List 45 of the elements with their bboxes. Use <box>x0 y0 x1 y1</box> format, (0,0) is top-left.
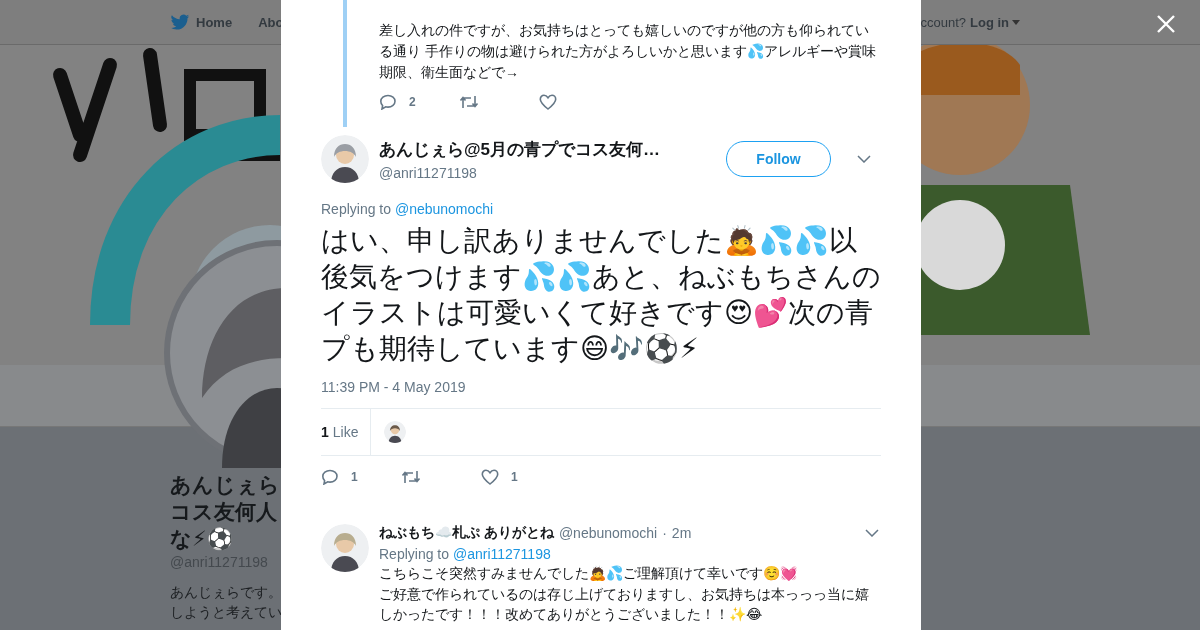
avatar <box>321 135 369 183</box>
author-name: あんじぇら@5月の青プでコス友何… <box>379 138 662 161</box>
author-name: ねぶもち☁札ぷ ありがとね <box>379 524 554 542</box>
like-button[interactable]: 1 <box>481 469 561 485</box>
chevron-icon[interactable] <box>857 155 871 163</box>
follow-button[interactable]: Follow <box>726 141 831 177</box>
avatar <box>384 421 407 443</box>
tweet-timestamp: 11:39 PM - 4 May 2019 <box>321 379 467 395</box>
mention-link[interactable]: @nebunomochi <box>394 201 494 217</box>
close-icon[interactable] <box>1156 14 1176 34</box>
profile-name: あんじぇら <box>170 472 280 498</box>
tweet-text: ご好意で作られているのは存じ上げておりますし、お気持ちは本っっっ当に嬉しかったです！！！改めてありがとうございました！！✨😂 <box>379 585 870 624</box>
reply-button[interactable]: 2 <box>379 94 459 110</box>
replying-label: Replying to <box>321 201 392 217</box>
action-count: 2 <box>409 95 416 109</box>
mention-link[interactable]: @anri11271198 <box>452 546 551 562</box>
reply-button[interactable]: 1 <box>321 469 401 485</box>
likes-count[interactable]: 1 Like <box>321 409 372 455</box>
tweet-time: 2m <box>671 525 692 541</box>
author-handle: @anri11271198 <box>379 164 478 181</box>
retweet-icon <box>459 94 479 110</box>
action-count: 1 <box>511 470 518 484</box>
reply-icon <box>379 94 397 110</box>
action-count: 1 <box>351 470 358 484</box>
heart-icon <box>539 94 557 110</box>
avatar <box>321 524 369 572</box>
reply-icon <box>321 469 339 485</box>
retweet-icon <box>401 469 421 485</box>
profile-bio: あんじぇらです。 <box>170 583 282 602</box>
login-prompt: ccount? <box>920 14 966 30</box>
nav-link[interactable]: Home <box>170 13 233 31</box>
author-handle: @nebunomochi <box>558 525 658 541</box>
heart-icon <box>481 469 499 485</box>
replying-label: Replying to <box>379 546 450 562</box>
chevron-icon[interactable] <box>865 529 879 537</box>
profile-bio: しようと考えてい <box>170 603 282 622</box>
profile-name: な⚡⚽ <box>170 526 233 552</box>
separator-dot: · <box>662 525 667 541</box>
tweet-text: はい、申し訳ありませんでした🙇💦💦以後気をつけます💦💦あと、ねぶもちさんのイラストは可愛いくて好きです😍💕次の青プも期待しています😄🎶⚽⚡ <box>321 224 881 366</box>
tweet-text: 差し入れの件ですが、お気持ちはとっても嬉しいのですが他の方も仰られている通り 手作りの物は避けられた方がよろしいかと思います💦アレルギーや賞味期限、衛生面などで→ <box>379 21 877 82</box>
profile-name: コス友何人 <box>170 499 277 525</box>
bird-icon <box>170 13 190 31</box>
tweet-text: こちらこそ突然すみませんでした🙇💦ご理解頂けて幸いです☺💓 <box>379 564 798 583</box>
caret-icon <box>1012 19 1020 25</box>
login-link[interactable]: Log in <box>970 14 1020 30</box>
